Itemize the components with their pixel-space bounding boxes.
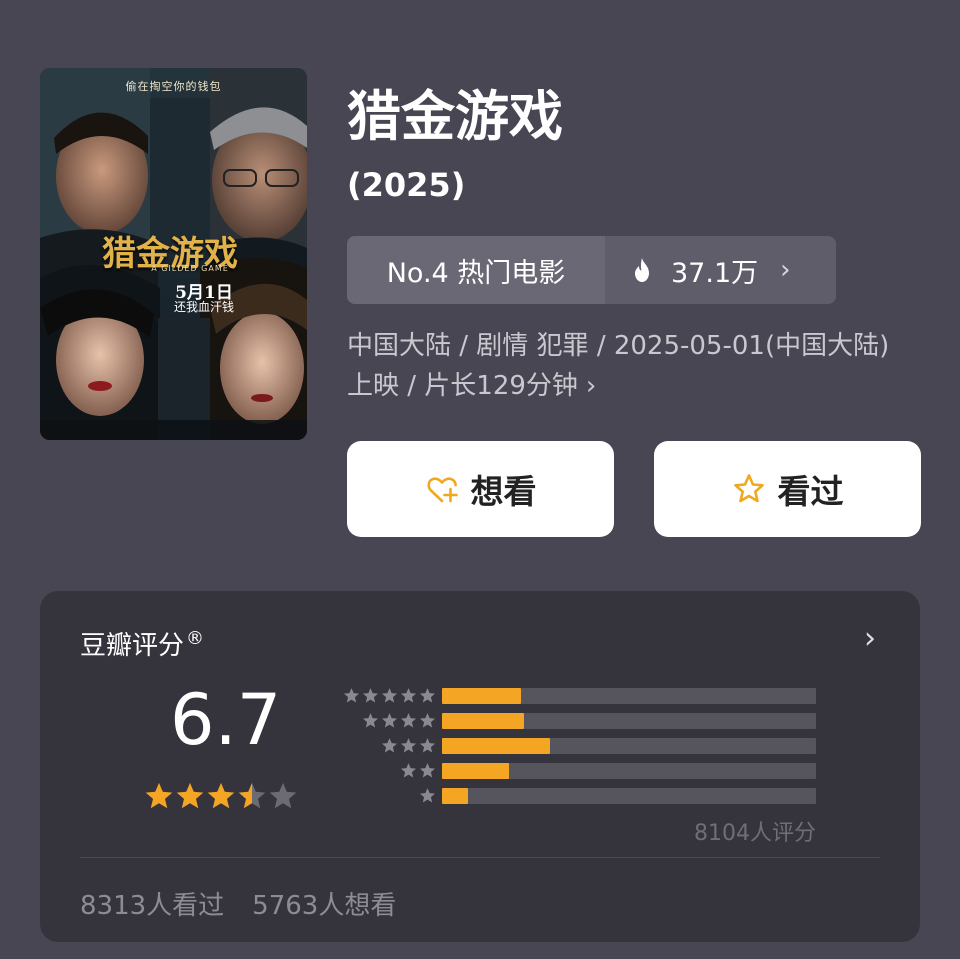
star-grey-icon	[419, 738, 436, 753]
star-grey-icon	[362, 713, 379, 728]
watched-button[interactable]: 看过	[654, 441, 921, 537]
star-outline-icon	[733, 474, 764, 503]
bar-fill	[442, 712, 525, 729]
bar-fill	[442, 737, 551, 754]
movie-meta-text: 中国大陆 / 剧情 犯罪 / 2025-05-01(中国大陆)上映 / 片长12…	[347, 331, 890, 401]
heart-plus-icon	[426, 477, 458, 503]
bar-fill	[442, 762, 510, 779]
star-grey-icon	[400, 763, 417, 778]
bar-track	[442, 737, 816, 754]
rating-bar-row	[336, 683, 816, 708]
star-grey-icon	[419, 788, 436, 803]
chevron-right-icon: ›	[780, 255, 791, 285]
star-grey-icon	[419, 688, 436, 703]
movie-detail-page: 偷在掏空你的钱包 猎金游戏 A GILDED GAME 5月1日 还我血汗钱 猎…	[0, 0, 960, 959]
rating-bar-row	[336, 733, 816, 758]
poster-english-title: A GILDED GAME	[151, 264, 229, 273]
star-grey-icon	[419, 763, 436, 778]
audience-stats: 8313人看过 5763人想看	[80, 885, 396, 922]
star-full-icon	[176, 782, 204, 809]
rating-score: 6.7	[170, 679, 282, 761]
registered-mark: ®	[186, 628, 205, 650]
seen-count[interactable]: 8313人看过	[80, 891, 224, 921]
rating-title: 豆瓣评分 ®	[80, 625, 204, 662]
movie-year: (2025)	[347, 166, 466, 204]
heat-value: 37.1万	[671, 257, 759, 289]
movie-meta[interactable]: 中国大陆 / 剧情 犯罪 / 2025-05-01(中国大陆)上映 / 片长12…	[347, 326, 907, 406]
movie-title: 猎金游戏	[347, 85, 563, 148]
star-grey-icon	[381, 738, 398, 753]
rating-bar-row	[336, 708, 816, 733]
bar-track	[442, 787, 816, 804]
bar-track	[442, 712, 816, 729]
movie-poster[interactable]: 偷在掏空你的钱包 猎金游戏 A GILDED GAME 5月1日 还我血汗钱	[40, 68, 307, 440]
rank-pill[interactable]: No.4 热门电影 37.1万 ›	[347, 236, 836, 304]
star-grey-icon	[343, 688, 360, 703]
bar-stars	[336, 712, 436, 729]
rating-distribution	[336, 683, 816, 808]
bar-stars	[336, 737, 436, 754]
bar-fill	[442, 687, 521, 704]
star-grey-icon	[362, 688, 379, 703]
chevron-right-icon[interactable]: ›	[864, 621, 876, 656]
star-grey-icon	[381, 688, 398, 703]
star-grey-icon	[400, 713, 417, 728]
seen-label: 看过	[777, 472, 844, 511]
star-grey-icon	[419, 713, 436, 728]
rating-bar-row	[336, 783, 816, 808]
score-stars	[144, 781, 299, 811]
bar-stars	[336, 687, 436, 704]
bar-fill	[442, 787, 469, 804]
bar-stars	[336, 762, 436, 779]
poster-tagline: 偷在掏空你的钱包	[125, 80, 222, 93]
star-full-icon	[145, 782, 173, 809]
want-to-watch-button[interactable]: 想看	[347, 441, 614, 537]
want-count[interactable]: 5763人想看	[252, 891, 396, 921]
rating-bar-row	[336, 758, 816, 783]
rating-count: 8104人评分	[694, 821, 816, 846]
bar-track	[442, 762, 816, 779]
poster-release-subtitle: 还我血汗钱	[173, 300, 234, 314]
bar-stars	[336, 787, 436, 804]
star-full-icon	[207, 782, 235, 809]
divider	[80, 857, 880, 858]
chevron-right-icon: ›	[585, 371, 597, 401]
heat-indicator[interactable]: 37.1万 ›	[605, 236, 836, 304]
flame-icon	[635, 258, 649, 282]
rating-title-text: 豆瓣评分	[80, 631, 185, 661]
star-empty-icon	[269, 782, 297, 809]
bar-track	[442, 687, 816, 704]
star-grey-icon	[400, 688, 417, 703]
star-grey-icon	[381, 713, 398, 728]
douban-rating-card[interactable]: 豆瓣评分 ® › 6.7 8104人评分 8313人看过 5763人想看	[40, 591, 920, 942]
star-half-icon	[238, 782, 266, 809]
star-grey-icon	[400, 738, 417, 753]
rank-label[interactable]: No.4 热门电影	[347, 236, 605, 304]
want-label: 想看	[470, 472, 537, 511]
